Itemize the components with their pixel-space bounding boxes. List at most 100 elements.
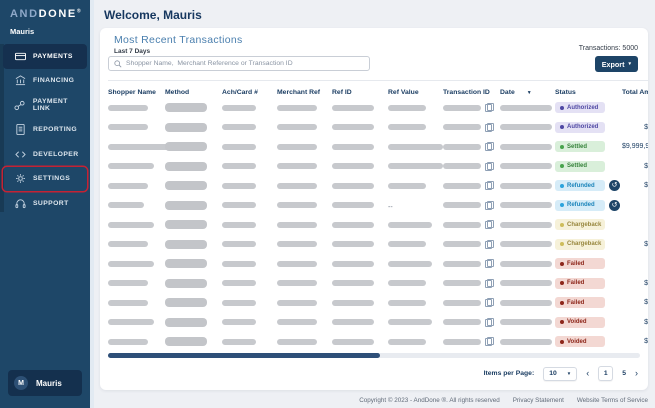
cell-date — [500, 196, 555, 214]
current-page-button[interactable]: 1 — [598, 366, 613, 381]
cell-shopper-name — [108, 313, 165, 331]
cell-date — [500, 157, 555, 175]
export-button[interactable]: Export ▾ — [595, 56, 638, 72]
copy-icon[interactable] — [485, 123, 493, 132]
cell-ach-card — [222, 313, 277, 331]
copy-icon[interactable] — [485, 220, 493, 229]
ach-card-placeholder — [222, 319, 256, 325]
cell-transaction-id — [443, 220, 500, 229]
sidebar-item-developer[interactable]: DEVELOPER — [3, 142, 87, 167]
cell-shopper-name — [108, 235, 165, 253]
sidebar-item-label: SETTINGS — [33, 175, 70, 182]
transaction-id-placeholder — [443, 241, 481, 247]
cell-ach-card — [222, 118, 277, 136]
total-amount-value: $ — [622, 163, 648, 170]
merchant-ref-placeholder — [277, 319, 317, 325]
privacy-statement-link[interactable]: Privacy Statement — [513, 397, 564, 404]
merchant-ref-placeholder — [277, 105, 317, 111]
select-caret-icon: ▼ — [567, 371, 571, 376]
cell-shopper-name — [108, 216, 165, 234]
settings-icon — [14, 173, 26, 185]
ref-value-placeholder — [388, 144, 443, 150]
status-dot-icon — [560, 320, 564, 324]
logo-text-and: AND — [10, 8, 39, 20]
transaction-id-placeholder — [443, 261, 481, 267]
status-label: Failed — [567, 300, 584, 306]
cell-status: Chargeback — [555, 239, 622, 250]
ach-card-placeholder — [222, 300, 256, 306]
cell-status: Refunded↺ — [555, 200, 622, 211]
ref-value-placeholder — [388, 261, 432, 267]
copy-icon[interactable] — [485, 162, 493, 171]
cell-total-amount: $ — [622, 299, 648, 306]
cell-shopper-name — [108, 196, 165, 214]
date-placeholder — [500, 280, 552, 286]
last-page-button[interactable]: 5 — [622, 370, 626, 377]
col-ref-id: Ref ID — [332, 84, 388, 96]
cell-ref-id — [332, 235, 388, 253]
ref-id-placeholder — [332, 222, 374, 228]
cell-status: Failed — [555, 278, 622, 289]
page-title: Welcome, Mauris — [104, 8, 202, 22]
cell-status: Voided — [555, 336, 622, 347]
cell-ach-card — [222, 216, 277, 234]
transaction-id-placeholder — [443, 280, 481, 286]
table-row: Authorized$ — [108, 118, 648, 138]
table-body: AuthorizedAuthorized$Settled$9,999,99Set… — [108, 98, 648, 352]
cell-ref-id — [332, 313, 388, 331]
cell-merchant-ref — [277, 138, 332, 156]
items-per-page-select[interactable]: 10 ▼ — [543, 367, 577, 381]
method-placeholder — [165, 318, 207, 327]
table-row: --Refunded↺ — [108, 196, 648, 216]
copy-icon[interactable] — [485, 318, 493, 327]
status-label: Failed — [567, 280, 584, 286]
sidebar-item-settings[interactable]: SETTINGS — [3, 167, 87, 192]
method-placeholder — [165, 220, 207, 229]
horizontal-scrollbar-thumb[interactable] — [108, 353, 380, 358]
date-placeholder — [500, 105, 552, 111]
merchant-ref-placeholder — [277, 183, 317, 189]
shopper-name-placeholder — [108, 183, 148, 189]
cell-date — [500, 99, 555, 117]
copy-icon[interactable] — [485, 142, 493, 151]
sidebar-item-financing[interactable]: FINANCING — [3, 69, 87, 94]
status-label: Settled — [567, 163, 587, 169]
sidebar-item-support[interactable]: SUPPORT — [3, 191, 87, 216]
method-placeholder — [165, 259, 207, 268]
status-label: Chargeback — [567, 241, 601, 247]
copy-icon[interactable] — [485, 201, 493, 210]
table-row: Refunded↺$ — [108, 176, 648, 196]
col-shopper-name: Shopper Name — [108, 84, 165, 96]
search-input[interactable] — [126, 60, 369, 67]
copy-icon[interactable] — [485, 279, 493, 288]
table-row: Failed — [108, 254, 648, 274]
terms-of-service-link[interactable]: Website Terms of Service — [577, 397, 648, 404]
cell-shopper-name — [108, 294, 165, 312]
copy-icon[interactable] — [485, 337, 493, 346]
ach-card-placeholder — [222, 163, 256, 169]
cell-status: Voided — [555, 317, 622, 328]
cell-transaction-id — [443, 298, 500, 307]
cell-ref-id — [332, 196, 388, 214]
sidebar-user-menu[interactable]: M Mauris — [8, 370, 82, 396]
sidebar-item-payment-link[interactable]: PAYMENT LINK — [3, 93, 87, 118]
status-dot-icon — [560, 106, 564, 110]
copy-icon[interactable] — [485, 298, 493, 307]
sidebar-item-payments[interactable]: PAYMENTS — [3, 44, 87, 69]
copy-icon[interactable] — [485, 240, 493, 249]
date-filter-caret-icon[interactable]: ▼ — [527, 90, 532, 96]
next-page-button[interactable]: › — [635, 369, 638, 378]
cell-ref-value — [388, 99, 443, 117]
copy-icon[interactable] — [485, 181, 493, 190]
ach-card-placeholder — [222, 124, 256, 130]
copy-icon[interactable] — [485, 103, 493, 112]
prev-page-button[interactable]: ‹ — [586, 369, 589, 378]
main-content: Welcome, Mauris Most Recent Transactions… — [90, 0, 655, 408]
sidebar-item-reporting[interactable]: REPORTING — [3, 118, 87, 143]
transaction-id-placeholder — [443, 144, 481, 150]
cell-method — [165, 99, 222, 117]
cell-date — [500, 294, 555, 312]
copy-icon[interactable] — [485, 259, 493, 268]
ach-card-placeholder — [222, 202, 256, 208]
cell-status: Chargeback — [555, 219, 622, 230]
